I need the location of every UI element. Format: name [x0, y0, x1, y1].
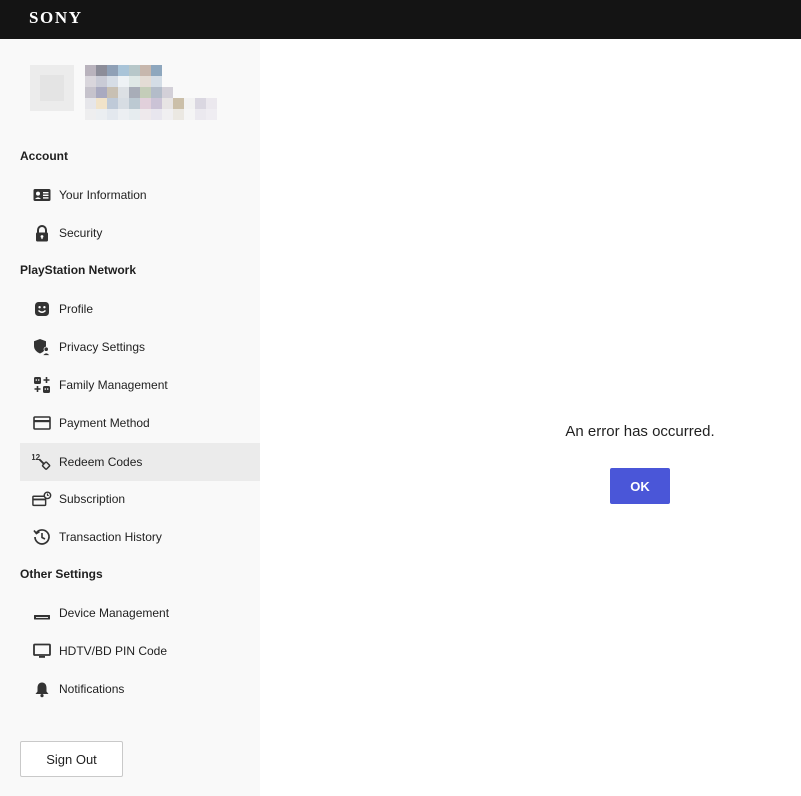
section-title-account: Account — [20, 149, 68, 163]
sidebar-item-label: Your Information — [59, 188, 147, 202]
sidebar-item-family-management[interactable]: Family Management — [20, 366, 260, 404]
svg-text:12: 12 — [32, 453, 41, 462]
monitor-icon — [32, 641, 52, 661]
sidebar-item-label: HDTV/BD PIN Code — [59, 644, 168, 658]
sidebar-item-payment-method[interactable]: Payment Method — [20, 404, 260, 442]
sidebar-item-privacy-settings[interactable]: Privacy Settings — [20, 328, 260, 366]
redeem-code-icon: 12 — [32, 452, 52, 472]
sidebar-item-label: Redeem Codes — [59, 455, 143, 469]
sidebar-item-label: Notifications — [59, 682, 125, 696]
shield-user-icon — [32, 337, 52, 357]
sidebar-item-your-information[interactable]: Your Information — [20, 176, 260, 214]
sidebar-item-label: Payment Method — [59, 416, 150, 430]
history-icon — [32, 527, 52, 547]
sidebar-item-profile[interactable]: Profile — [20, 290, 260, 328]
console-icon — [32, 603, 52, 623]
sign-out-button[interactable]: Sign Out — [20, 741, 123, 777]
sidebar-item-notifications[interactable]: Notifications — [20, 670, 260, 708]
section-title-playstation-network: PlayStation Network — [20, 263, 137, 277]
ok-button[interactable]: OK — [610, 468, 670, 504]
error-message: An error has occurred. — [565, 423, 715, 440]
sidebar-item-label: Privacy Settings — [59, 340, 146, 354]
sidebar-item-transaction-history[interactable]: Transaction History — [20, 518, 260, 556]
sony-logo[interactable]: SONY — [29, 8, 83, 28]
sidebar-item-hdtv-bd-pin-code[interactable]: HDTV/BD PIN Code — [20, 632, 260, 670]
section-title-other-settings: Other Settings — [20, 567, 103, 581]
sidebar-item-label: Profile — [59, 302, 94, 316]
family-icon — [32, 375, 52, 395]
sidebar-item-device-management[interactable]: Device Management — [20, 594, 260, 632]
main-content: An error has occurred. OK — [260, 39, 801, 796]
sidebar-item-subscription[interactable]: Subscription — [20, 480, 260, 518]
sidebar-item-label: Subscription — [59, 492, 126, 506]
account-name-blurred — [85, 65, 220, 121]
avatar — [30, 65, 74, 111]
lock-icon — [32, 223, 52, 243]
sidebar-item-label: Family Management — [59, 378, 168, 392]
sidebar-item-label: Device Management — [59, 606, 170, 620]
subscription-icon — [32, 489, 52, 509]
sidebar-item-redeem-codes[interactable]: 12 Redeem Codes — [20, 443, 260, 481]
bell-icon — [32, 679, 52, 699]
id-card-icon — [32, 185, 52, 205]
sidebar-item-label: Security — [59, 226, 103, 240]
sidebar: Account Your Information Security PlaySt… — [0, 39, 260, 796]
sidebar-item-security[interactable]: Security — [20, 214, 260, 252]
top-bar: SONY — [0, 0, 801, 39]
smiley-face-icon — [32, 299, 52, 319]
sidebar-item-label: Transaction History — [59, 530, 162, 544]
credit-card-icon — [32, 413, 52, 433]
